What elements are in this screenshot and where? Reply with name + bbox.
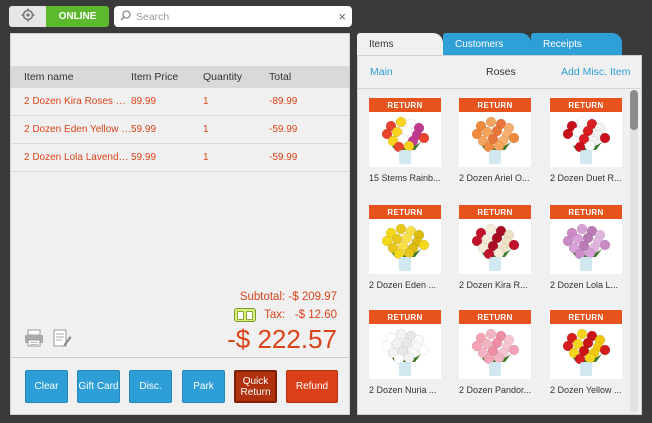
add-misc-item-link[interactable]: Add Misc. Item [561,66,630,78]
product-image [459,324,531,379]
tab-items[interactable]: Items [357,33,443,55]
subtotal: Subtotal: -$ 209.97 [239,291,337,303]
search-input[interactable]: Search × [114,6,352,27]
product-image [369,219,441,274]
settings-button[interactable] [9,6,46,27]
product-name: 2 Dozen Ariel O... [459,173,530,183]
catalog-panel: Main Roses Add Misc. Item RETURN 15 Stems… [357,55,642,415]
product-image [459,112,531,167]
tab-customers[interactable]: Customers [443,33,531,55]
return-badge[interactable]: RETURN [369,310,441,324]
product-tile[interactable]: RETURN 2 Dozen Duet R... [550,98,622,183]
row-quantity: 1 [203,124,209,135]
row-item-name: 2 Dozen Lola Lavender... [24,152,132,163]
product-tile[interactable]: RETURN 2 Dozen Yellow ... [550,310,622,395]
product-tile[interactable]: RETURN 2 Dozen Lola L... [550,205,622,290]
product-image [550,219,622,274]
product-name: 2 Dozen Duet R... [550,173,622,183]
column-quantity: Quantity [203,71,243,83]
tab-receipts[interactable]: Receipts [531,33,622,55]
category-title: Roses [486,66,516,78]
return-badge[interactable]: RETURN [459,310,531,324]
scrollbar[interactable] [630,90,638,412]
row-item-price: 59.99 [131,152,157,163]
divider [11,357,349,358]
return-badge[interactable]: RETURN [369,205,441,219]
row-total: -59.99 [269,124,298,135]
discount-button[interactable]: Disc. [129,370,172,403]
tax-toggle[interactable] [234,308,257,322]
tax-line: Tax: -$ 12.60 [234,308,337,322]
product-tile[interactable]: RETURN 2 Dozen Nuria ... [369,310,441,395]
row-quantity: 1 [203,96,209,107]
quick-return-button[interactable]: Quick Return [234,370,277,403]
return-badge[interactable]: RETURN [369,98,441,112]
row-item-price: 59.99 [131,124,157,135]
product-image [459,219,531,274]
table-row[interactable]: 2 Dozen Eden Yellow R... 59.99 1 -59.99 [11,116,349,144]
return-badge[interactable]: RETURN [550,205,622,219]
return-badge[interactable]: RETURN [459,205,531,219]
gift-card-button[interactable]: Gift Card [77,370,120,403]
printer-icon[interactable] [24,329,44,350]
product-name: 2 Dozen Yellow ... [550,385,622,395]
product-image [369,324,441,379]
product-image [369,112,441,167]
table-row[interactable]: 2 Dozen Lola Lavender... 59.99 1 -59.99 [11,144,349,172]
product-name: 15 Stems Rainb... [369,173,441,183]
product-name: 2 Dozen Eden ... [369,280,437,290]
gear-icon [21,8,35,25]
divider [358,88,641,89]
product-tile[interactable]: RETURN 2 Dozen Pandor... [459,310,531,395]
search-icon [120,9,131,24]
product-name: 2 Dozen Pandor... [459,385,532,395]
row-item-name: 2 Dozen Kira Roses Pu... [24,96,132,107]
column-item-name: Item name [24,71,74,83]
row-total: -89.99 [269,96,298,107]
return-badge[interactable]: RETURN [459,98,531,112]
note-edit-icon[interactable] [52,328,72,351]
main-link[interactable]: Main [370,66,393,78]
product-tile[interactable]: RETURN 2 Dozen Ariel O... [459,98,531,183]
row-total: -59.99 [269,152,298,163]
tax-value: Tax: -$ 12.60 [264,309,337,321]
clear-button[interactable]: Clear [25,370,68,403]
return-badge[interactable]: RETURN [550,310,622,324]
refund-button[interactable]: Refund [286,370,338,403]
product-image [550,112,622,167]
column-total: Total [269,71,292,83]
cart-table-header: Item name Item Price Quantity Total [11,66,349,88]
product-name: 2 Dozen Lola L... [550,280,619,290]
product-image [550,324,622,379]
product-name: 2 Dozen Nuria ... [369,385,437,395]
park-button[interactable]: Park [182,370,225,403]
grand-total: -$ 222.57 [227,324,337,354]
row-item-price: 89.99 [131,96,157,107]
return-badge[interactable]: RETURN [550,98,622,112]
column-item-price: Item Price [131,71,179,83]
online-status-badge: ONLINE [46,6,109,27]
row-quantity: 1 [203,152,209,163]
product-tile[interactable]: RETURN 2 Dozen Kira R... [459,205,531,290]
product-tile[interactable]: RETURN 2 Dozen Eden ... [369,205,441,290]
catalog-breadcrumb: Main Roses Add Misc. Item [358,66,641,86]
close-icon[interactable]: × [338,9,346,24]
cart-panel: Item name Item Price Quantity Total 2 Do… [10,33,350,415]
scrollbar-thumb[interactable] [630,90,638,130]
product-tile[interactable]: RETURN 15 Stems Rainb... [369,98,441,183]
search-placeholder: Search [136,10,170,23]
row-item-name: 2 Dozen Eden Yellow R... [24,124,132,135]
table-row[interactable]: 2 Dozen Kira Roses Pu... 89.99 1 -89.99 [11,88,349,116]
product-name: 2 Dozen Kira R... [459,280,528,290]
